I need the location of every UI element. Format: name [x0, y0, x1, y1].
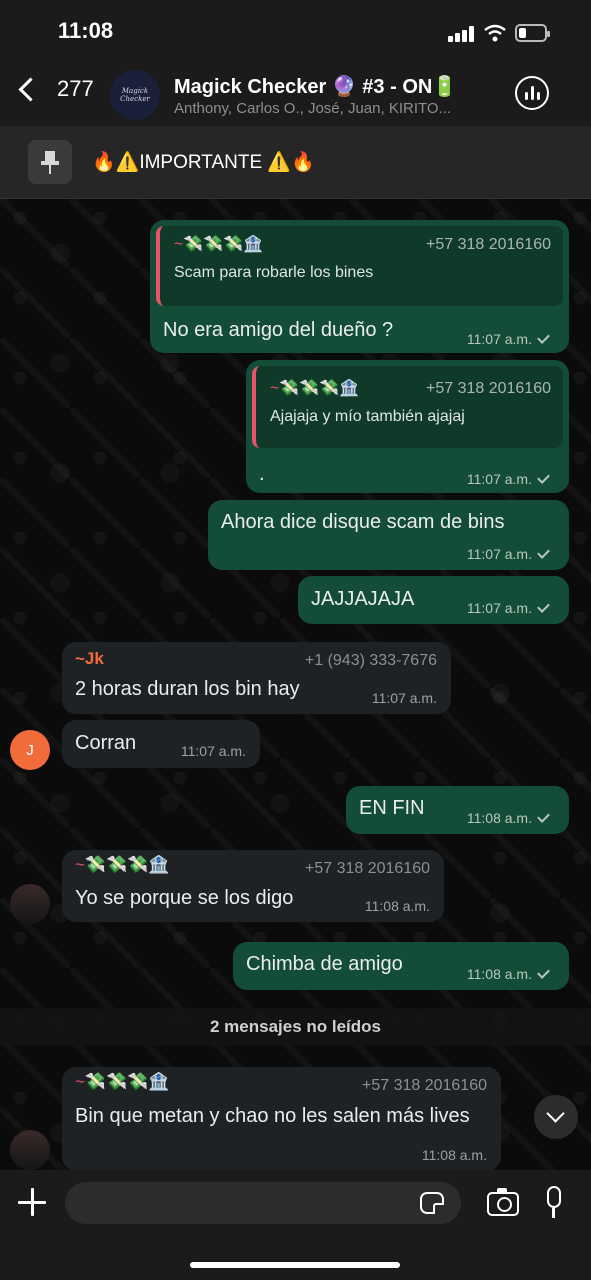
message-bubble[interactable]: Corran 11:07 a.m.: [62, 720, 260, 768]
message-text: No era amigo del dueño ?: [163, 319, 394, 341]
message-text: JAJJAJAJA: [311, 588, 415, 610]
camera-icon[interactable]: [487, 1188, 519, 1216]
message-text: Chimba de amigo: [246, 953, 403, 975]
message-text: .: [259, 463, 265, 485]
quoted-reply[interactable]: ~💸💸💸🏦 +57 318 2016160 Scam para robarle …: [156, 226, 563, 306]
sender-avatar[interactable]: [10, 884, 50, 924]
quoted-reply[interactable]: ~💸💸💸🏦 +57 318 2016160 Ajajaja y mío tamb…: [252, 366, 563, 448]
quoted-phone: +57 318 2016160: [425, 380, 551, 397]
check-icon: [537, 331, 550, 344]
message-text: Ahora dice disque scam de bins: [221, 511, 505, 533]
group-avatar[interactable]: Magick Checker: [110, 70, 160, 120]
sender-phone: +1 (943) 333-7676: [304, 652, 437, 669]
pinned-message-bar[interactable]: 🔥⚠️IMPORTANTE ⚠️🔥: [0, 126, 591, 199]
sender-avatar[interactable]: J: [10, 730, 50, 770]
message-bubble[interactable]: ~💸💸💸🏦 +57 318 2016160 Bin que metan y ch…: [62, 1067, 501, 1171]
message-time: 11:07 a.m.: [371, 690, 437, 706]
unread-count: 277: [57, 76, 94, 101]
message-text: EN FIN: [359, 797, 425, 819]
cellular-signal-icon: [448, 26, 474, 42]
quoted-sender: ~💸💸💸🏦: [174, 236, 264, 253]
status-bar: 11:08: [0, 0, 591, 62]
quoted-text: Ajajaja y mío también ajajaj: [270, 408, 465, 425]
status-time: 11:08: [58, 18, 114, 43]
chevron-left-icon: [18, 76, 43, 102]
sticker-icon[interactable]: [420, 1192, 444, 1214]
message-text: Yo se porque se los digo: [75, 887, 294, 909]
message-time: 11:08 a.m.: [421, 1147, 487, 1163]
quoted-sender: ~💸💸💸🏦: [270, 380, 360, 397]
sender-name[interactable]: ~Jk: [75, 649, 104, 669]
check-icon: [537, 546, 550, 559]
message-time: 11:08 a.m.: [467, 966, 550, 982]
message-bubble[interactable]: Chimba de amigo 11:08 a.m.: [233, 942, 569, 990]
voice-chat-icon[interactable]: [515, 76, 549, 110]
avatar-initial: J: [26, 741, 34, 759]
message-bubble[interactable]: ~💸💸💸🏦 +57 318 2016160 Scam para robarle …: [150, 220, 569, 353]
check-icon: [537, 966, 550, 979]
message-time: 11:08 a.m.: [467, 810, 550, 826]
battery-icon: [515, 24, 550, 42]
back-button[interactable]: 277: [12, 76, 94, 102]
chat-title[interactable]: Magick Checker 🔮 #3 - ON🔋: [174, 74, 457, 99]
message-bubble[interactable]: Ahora dice disque scam de bins 11:07 a.m…: [208, 500, 569, 570]
quoted-phone: +57 318 2016160: [425, 236, 551, 253]
quoted-text: Scam para robarle los bines: [174, 264, 374, 281]
message-text: 2 horas duran los bin hay: [75, 678, 300, 700]
check-icon: [537, 600, 550, 613]
message-time: 11:07 a.m.: [467, 546, 550, 562]
message-input[interactable]: [65, 1182, 461, 1224]
message-bubble[interactable]: JAJJAJAJA 11:07 a.m.: [298, 576, 569, 624]
check-icon: [537, 810, 550, 823]
scroll-down-button[interactable]: [534, 1095, 578, 1139]
sender-name[interactable]: ~💸💸💸🏦: [75, 1072, 170, 1092]
message-text: Bin que metan y chao no les salen más li…: [75, 1105, 470, 1127]
message-time: 11:07 a.m.: [180, 743, 246, 759]
home-indicator[interactable]: [190, 1262, 400, 1268]
sender-name[interactable]: ~💸💸💸🏦: [75, 855, 170, 875]
microphone-icon[interactable]: [547, 1186, 561, 1218]
sender-avatar[interactable]: [10, 1130, 50, 1170]
unread-divider: 2 mensajes no leídos: [0, 1008, 591, 1046]
pinned-text: 🔥⚠️IMPORTANTE ⚠️🔥: [92, 152, 315, 173]
message-time: 11:08 a.m.: [364, 898, 430, 914]
attach-plus-icon[interactable]: [18, 1188, 46, 1216]
avatar-logo-text: Magick Checker: [120, 87, 150, 103]
message-time: 11:07 a.m.: [467, 471, 550, 487]
chat-header: 277 Magick Checker Magick Checker 🔮 #3 -…: [0, 62, 591, 126]
pin-icon: [28, 140, 72, 184]
message-text: Corran: [75, 732, 137, 754]
chat-members[interactable]: Anthony, Carlos O., José, Juan, KIRITO..…: [174, 100, 494, 117]
check-icon: [537, 471, 550, 484]
wifi-icon: [484, 24, 506, 42]
message-time: 11:07 a.m.: [467, 600, 550, 616]
message-bubble[interactable]: ~Jk +1 (943) 333-7676 2 horas duran los …: [62, 642, 451, 714]
sender-phone: +57 318 2016160: [304, 860, 430, 877]
message-bubble[interactable]: EN FIN 11:08 a.m.: [346, 786, 569, 834]
message-bubble[interactable]: ~💸💸💸🏦 +57 318 2016160 Yo se porque se lo…: [62, 850, 444, 922]
message-bubble[interactable]: ~💸💸💸🏦 +57 318 2016160 Ajajaja y mío tamb…: [246, 360, 569, 493]
message-time: 11:07 a.m.: [467, 331, 550, 347]
sender-phone: +57 318 2016160: [361, 1077, 487, 1094]
